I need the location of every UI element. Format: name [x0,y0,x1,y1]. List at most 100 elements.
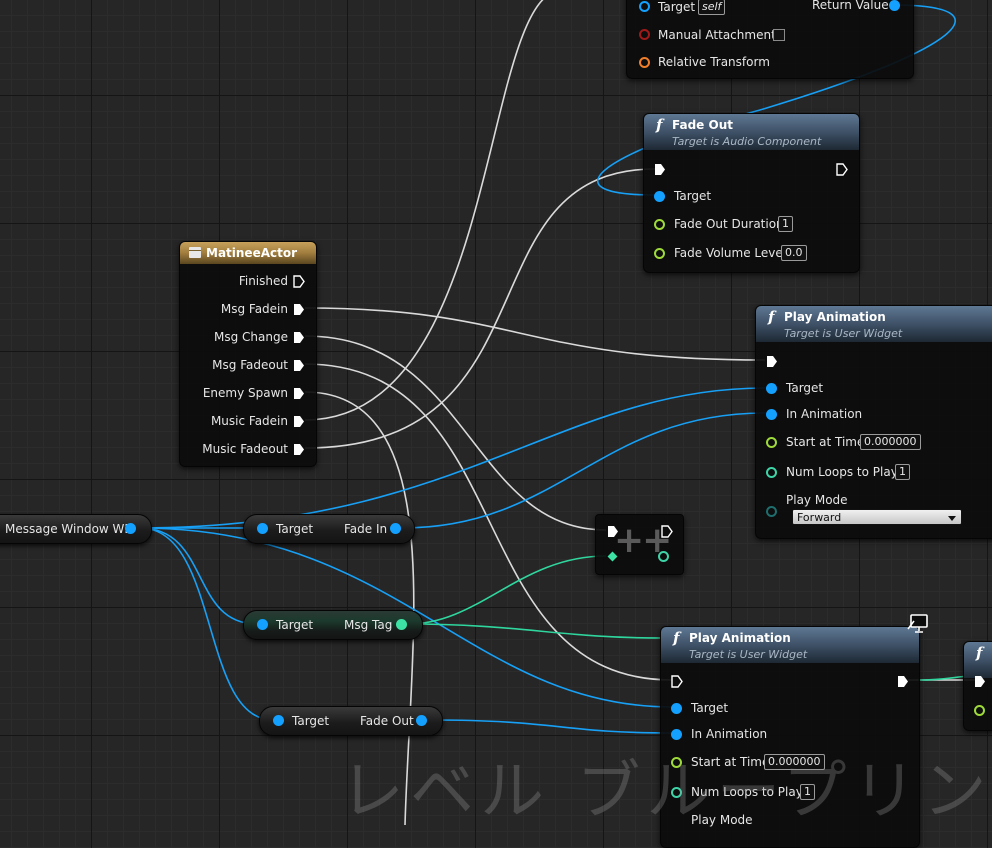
num-loops-pin[interactable] [766,467,777,478]
exec-in-pin[interactable] [654,163,666,176]
in-animation-label: In Animation [691,727,768,741]
target-label: Target [276,522,314,536]
num-loops-pin[interactable] [671,787,682,798]
variable-header: MatineeActor [180,242,316,264]
target-pin[interactable] [654,191,665,202]
target-pin[interactable] [639,1,650,12]
get-component-node[interactable]: Target self Manual Attachment Relative T… [626,0,914,79]
fade-volume-level-pin[interactable] [654,248,665,259]
target-label: Target [292,714,330,728]
output-pin[interactable] [125,523,136,534]
msg-tag-label: Msg Tag [344,618,393,632]
target-label: Target [674,189,712,203]
node-title: Play Animation [689,631,791,645]
manual-attachment-label: Manual Attachment [658,28,776,42]
fade-in-getter[interactable]: Target Fade In [243,514,415,544]
increment-node[interactable]: ++ [595,514,684,575]
play-mode-value: Forward [797,511,842,524]
exec-wire [304,0,544,421]
play-mode-dropdown[interactable]: Forward [792,509,962,525]
fade-out-duration-pin[interactable] [654,219,665,230]
play-mode-label: Play Mode [786,493,848,507]
exec-in-pin[interactable] [607,525,619,538]
message-window-variable[interactable]: Message Window WB [0,514,152,544]
function-header: f Play Animation Target is User Widget [661,627,919,663]
manual-attachment-checkbox[interactable] [773,29,785,41]
output-msg-fadein-label: Msg Fadein [220,302,288,316]
num-loops-label: Num Loops to Play [691,785,803,799]
node-title: Play Animation [784,310,886,324]
start-at-time-value[interactable]: 0.000000 [764,754,825,770]
int-output-pin[interactable] [658,551,669,562]
fade-volume-level-value[interactable]: 0.0 [781,245,807,261]
start-at-time-pin[interactable] [671,757,682,768]
num-loops-label: Num Loops to Play [786,465,898,479]
fade-out-duration-label: Fade Out Duration [674,217,784,231]
msg-tag-getter[interactable]: Target Msg Tag [243,610,423,640]
msg-tag-output-pin[interactable] [396,619,407,630]
return-value-label: Return Value [812,0,889,12]
play-animation-node-1[interactable]: f Play Animation Target is User Widget T… [755,305,992,539]
int-wire [407,555,607,625]
fade-in-label: Fade In [344,522,388,536]
play-mode-pin[interactable] [766,506,777,517]
output-msg-fadeout-label: Msg Fadeout [212,358,288,372]
return-value-pin[interactable] [889,0,900,11]
target-label: Target [786,381,824,395]
object-wire [427,719,673,734]
fade-out-getter[interactable]: Target Fade Out [259,706,443,736]
target-pin[interactable] [257,619,268,630]
start-at-time-value[interactable]: 0.000000 [860,434,921,450]
exec-out-pin[interactable] [661,525,673,538]
exec-out-pin-msg-fadeout[interactable] [293,359,305,372]
target-label: Target [276,618,314,632]
in-animation-pin[interactable] [766,409,777,420]
target-pin[interactable] [766,383,777,394]
matinee-actor-node[interactable]: MatineeActor Finished Msg Fadein Msg Cha… [179,241,317,467]
function-icon: f [656,116,663,134]
fade-out-output-pin[interactable] [416,715,427,726]
object-wire [401,412,766,529]
exec-out-pin-msg-change[interactable] [293,331,305,344]
function-header: f [964,642,992,678]
target-label: Target [658,0,696,14]
target-value[interactable]: self [698,0,726,15]
input-pin[interactable] [974,705,985,716]
relative-transform-label: Relative Transform [658,55,770,69]
num-loops-value[interactable]: 1 [895,464,910,480]
exec-out-pin-music-fadein[interactable] [293,415,305,428]
fade-in-output-pin[interactable] [390,523,401,534]
exec-out-pin-music-fadeout[interactable] [293,443,305,456]
exec-out-pin-enemy-spawn[interactable] [293,387,305,400]
in-animation-label: In Animation [786,407,863,421]
relative-transform-pin[interactable] [639,57,650,68]
exec-in-pin[interactable] [974,675,986,688]
int-wire [407,623,663,639]
target-pin[interactable] [273,715,284,726]
next-function-node[interactable]: f [963,641,992,731]
target-pin[interactable] [257,523,268,534]
exec-in-pin[interactable] [766,355,778,368]
exec-wire [304,391,415,825]
num-loops-value[interactable]: 1 [800,784,815,800]
play-animation-node-2[interactable]: f Play Animation Target is User Widget T… [660,626,920,848]
exec-out-pin-finished[interactable] [293,275,305,288]
function-icon: f [976,644,983,662]
exec-out-pin[interactable] [897,675,909,688]
node-title: Fade Out [672,118,733,132]
node-subtitle: Target is User Widget [784,327,903,340]
exec-out-pin-msg-fadein[interactable] [293,303,305,316]
fade-out-duration-value[interactable]: 1 [778,216,793,232]
function-header: f Play Animation Target is User Widget [756,306,992,342]
target-pin[interactable] [671,703,682,714]
exec-out-pin[interactable] [836,163,848,176]
function-icon: f [673,629,680,647]
fade-out-node[interactable]: f Fade Out Target is Audio Component Tar… [643,113,860,273]
exec-in-pin[interactable] [671,675,683,688]
in-animation-pin[interactable] [671,729,682,740]
start-at-time-pin[interactable] [766,437,777,448]
fade-out-label: Fade Out [360,714,414,728]
node-subtitle: Target is User Widget [689,648,808,661]
manual-attachment-pin[interactable] [639,29,650,40]
node-subtitle: Target is Audio Component [672,135,822,148]
